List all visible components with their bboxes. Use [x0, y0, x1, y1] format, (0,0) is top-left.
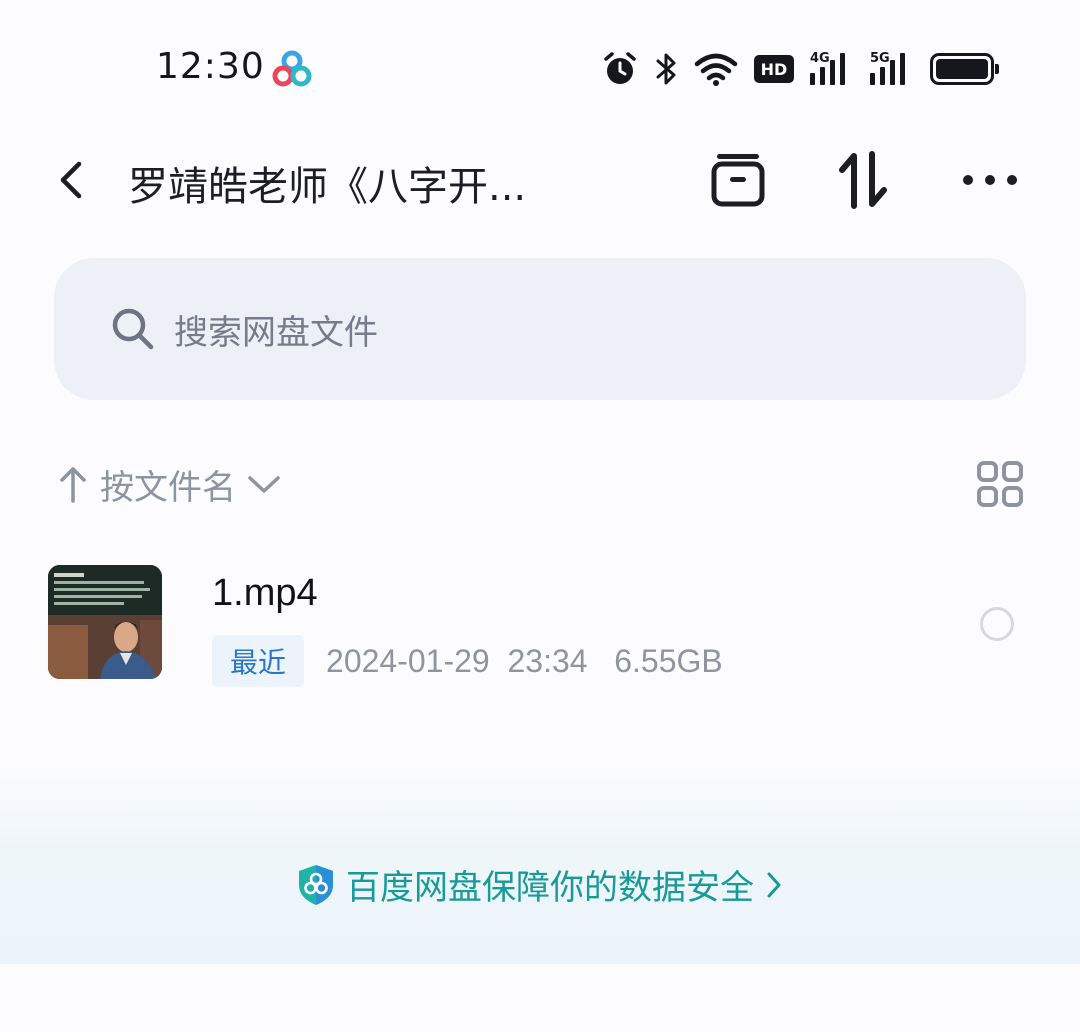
sort-label: 按文件名	[100, 467, 236, 508]
archive-box-icon	[711, 154, 765, 207]
sort-by-name-button[interactable]: 按文件名	[58, 456, 284, 512]
file-meta-text: 2024-01-29 23:34 6.55GB	[326, 642, 723, 679]
grid-view-button[interactable]	[976, 460, 1024, 508]
file-select-checkbox[interactable]	[980, 607, 1014, 641]
wifi-icon	[694, 52, 738, 86]
more-dots-icon	[963, 175, 1017, 185]
sort-arrows-icon	[839, 151, 887, 209]
search-placeholder: 搜索网盘文件	[174, 312, 378, 353]
alarm-icon	[602, 51, 638, 87]
arrow-up-icon	[60, 467, 86, 503]
video-thumbnail	[48, 565, 162, 679]
network-4g-label: 4G	[810, 51, 830, 66]
hd-voice-badge: HD	[754, 55, 794, 83]
page-title: 罗靖皓老师《八字开...	[128, 164, 527, 210]
search-icon	[112, 308, 154, 350]
back-button[interactable]	[44, 152, 100, 208]
footer-security: 百度网盘保障你的数据安全	[0, 760, 1080, 964]
battery-icon	[930, 53, 999, 85]
search-bar[interactable]: 搜索网盘文件	[54, 258, 1026, 400]
more-button[interactable]	[958, 148, 1022, 212]
bluetooth-icon	[654, 51, 678, 87]
signal-5g-icon: 5G	[870, 51, 914, 85]
file-meta: 最近 2024-01-29 23:34 6.55GB	[212, 635, 723, 687]
page: 12:30 HD 4G 5G 罗靖皓老师《八字开... 搜索网盘文件 按文件名 …	[0, 0, 1080, 1032]
chevron-left-icon	[60, 161, 82, 199]
sort-button[interactable]	[832, 148, 896, 212]
security-text: 百度网盘保障你的数据安全	[346, 868, 754, 908]
recent-badge: 最近	[212, 635, 305, 687]
file-row[interactable]: 1.mp4 最近 2024-01-29 23:34 6.55GB	[0, 550, 1080, 700]
baidu-netdisk-status-icon	[272, 50, 312, 88]
security-link[interactable]: 百度网盘保障你的数据安全	[0, 860, 1080, 909]
chevron-right-icon	[767, 872, 781, 897]
status-bar: 12:30 HD 4G 5G	[0, 0, 1080, 140]
chevron-down-icon	[248, 476, 280, 493]
app-header: 罗靖皓老师《八字开...	[0, 140, 1080, 220]
archive-button[interactable]	[706, 148, 770, 212]
signal-4g-icon: 4G	[810, 51, 854, 85]
shield-icon	[299, 864, 333, 905]
file-name: 1.mp4	[212, 572, 318, 614]
network-5g-label: 5G	[870, 51, 890, 66]
status-icons: HD 4G 5G	[602, 50, 999, 88]
grid-view-icon	[977, 461, 1023, 507]
status-time: 12:30	[156, 46, 265, 87]
bottom-area	[0, 964, 1080, 1032]
sort-bar: 按文件名	[58, 456, 1024, 512]
